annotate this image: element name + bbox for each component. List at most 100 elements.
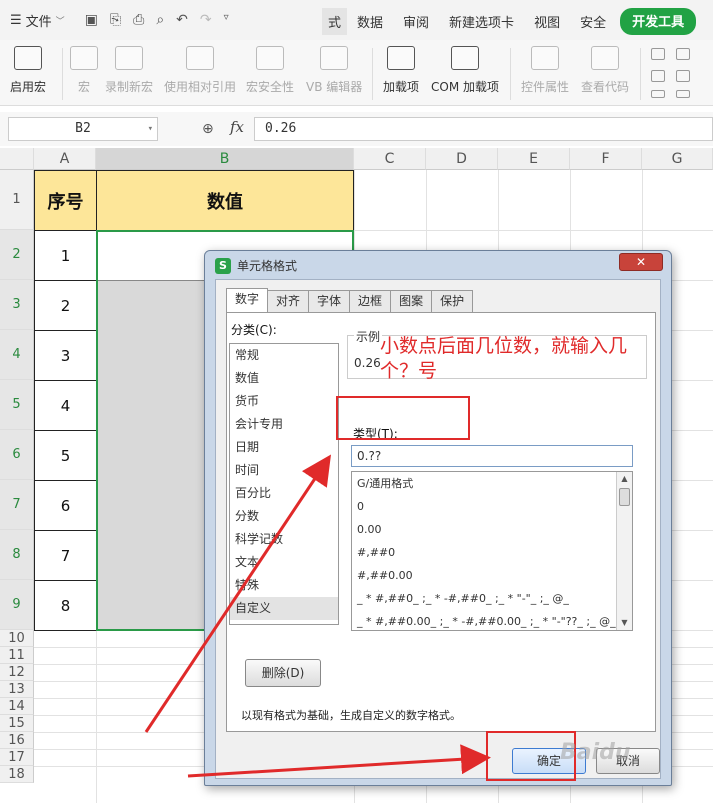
cell-serial[interactable]: 3	[34, 330, 97, 381]
spin-control-icon[interactable]	[676, 90, 690, 98]
cell-serial[interactable]: 1	[34, 230, 97, 281]
control-properties-button[interactable]: 控件属性	[521, 46, 569, 95]
scroll-up-icon[interactable]: ▲	[617, 472, 632, 486]
column-header-b[interactable]: B	[96, 148, 354, 170]
undo-icon[interactable]: ↶	[176, 12, 188, 28]
delete-button[interactable]: 删除(D)	[245, 659, 321, 687]
column-header-f[interactable]: F	[570, 148, 642, 170]
format-item[interactable]: 0	[352, 495, 632, 518]
cell-serial[interactable]: 7	[34, 530, 97, 581]
row-header[interactable]: 5	[0, 380, 34, 430]
customize-icon[interactable]: ▿	[224, 12, 229, 28]
category-item[interactable]: 货币	[230, 390, 338, 413]
category-item[interactable]: 科学记数	[230, 528, 338, 551]
tab-font[interactable]: 字体	[308, 290, 351, 312]
row-header[interactable]: 2	[0, 230, 34, 280]
tab-security[interactable]: 安全	[570, 8, 616, 35]
function-icon[interactable]: fx	[230, 118, 244, 136]
tab-number[interactable]: 数字	[226, 288, 269, 312]
category-item[interactable]: 会计专用	[230, 413, 338, 436]
enable-macro-button[interactable]: 启用宏	[10, 46, 46, 95]
cell-serial[interactable]: 6	[34, 480, 97, 531]
scroll-thumb[interactable]	[619, 488, 630, 506]
cell-serial[interactable]: 2	[34, 280, 97, 331]
category-item[interactable]: 分数	[230, 505, 338, 528]
tab-pattern[interactable]: 图案	[390, 290, 433, 312]
macro-security-button[interactable]: 宏安全性	[246, 46, 294, 95]
listbox-control-icon[interactable]	[651, 70, 665, 82]
combobox-control-icon[interactable]	[676, 70, 690, 82]
category-item[interactable]: 百分比	[230, 482, 338, 505]
category-item[interactable]: 时间	[230, 459, 338, 482]
export-icon[interactable]: ⎘	[110, 12, 121, 28]
tab-protection[interactable]: 保护	[431, 290, 474, 312]
record-macro-button[interactable]: 录制新宏	[105, 46, 153, 95]
format-item[interactable]: G/通用格式	[352, 472, 632, 495]
textbox-control-icon[interactable]	[676, 48, 690, 60]
column-header-a[interactable]: A	[34, 148, 96, 170]
format-item[interactable]: _ * #,##0.00_ ;_ * -#,##0.00_ ;_ * "-"??…	[352, 610, 632, 630]
tab-border[interactable]: 边框	[349, 290, 392, 312]
row-header[interactable]: 17	[0, 749, 34, 766]
column-header-e[interactable]: E	[498, 148, 570, 170]
scrollbar-control-icon[interactable]	[651, 90, 665, 98]
row-header[interactable]: 3	[0, 280, 34, 330]
tab-alignment[interactable]: 对齐	[267, 290, 310, 312]
cell-serial[interactable]: 4	[34, 380, 97, 431]
format-list[interactable]: G/通用格式 0 0.00 #,##0 #,##0.00 _ * #,##0_ …	[351, 471, 633, 631]
format-item[interactable]: _ * #,##0_ ;_ * -#,##0_ ;_ * "-"_ ;_ @_	[352, 587, 632, 610]
row-header[interactable]: 7	[0, 480, 34, 530]
tab-data[interactable]: 数据	[347, 8, 393, 35]
category-item[interactable]: 特殊	[230, 574, 338, 597]
close-button[interactable]: ✕	[619, 253, 663, 271]
row-header[interactable]: 16	[0, 732, 34, 749]
format-item[interactable]: #,##0	[352, 541, 632, 564]
formula-input[interactable]: 0.26	[254, 117, 713, 141]
print-icon[interactable]: ⎙	[133, 12, 144, 28]
tab-new-tab[interactable]: 新建选项卡	[439, 8, 524, 35]
row-header[interactable]: 8	[0, 530, 34, 580]
row-header[interactable]: 13	[0, 681, 34, 698]
vb-editor-button[interactable]: VB 编辑器	[306, 46, 362, 95]
row-header[interactable]: 14	[0, 698, 34, 715]
cell-serial[interactable]: 8	[34, 580, 97, 631]
file-menu[interactable]: ☰ 文件 ﹀	[0, 0, 75, 40]
row-header[interactable]: 4	[0, 330, 34, 380]
relative-ref-button[interactable]: 使用相对引用	[164, 46, 236, 95]
row-header[interactable]: 18	[0, 766, 34, 783]
macro-button[interactable]: 宏	[70, 46, 98, 95]
scroll-down-icon[interactable]: ▼	[617, 616, 632, 630]
category-list[interactable]: 常规 数值 货币 会计专用 日期 时间 百分比 分数 科学记数 文本 特殊 自定…	[229, 343, 339, 625]
com-addins-button[interactable]: COM 加载项	[431, 46, 499, 95]
cell-a1[interactable]: 序号	[34, 170, 97, 231]
category-item[interactable]: 常规	[230, 344, 338, 367]
row-header[interactable]: 12	[0, 664, 34, 681]
preview-icon[interactable]: ⌕	[156, 12, 164, 28]
row-header[interactable]: 10	[0, 630, 34, 647]
cell-b1[interactable]: 数值	[96, 170, 354, 231]
tab-formula[interactable]: 式	[322, 8, 348, 35]
checkbox-control-icon[interactable]	[651, 48, 665, 60]
row-header[interactable]: 11	[0, 647, 34, 664]
format-list-scrollbar[interactable]: ▲ ▼	[616, 472, 632, 630]
column-header-d[interactable]: D	[426, 148, 498, 170]
column-header-c[interactable]: C	[354, 148, 426, 170]
redo-icon[interactable]: ↷	[200, 12, 212, 28]
cell-serial[interactable]: 5	[34, 430, 97, 481]
category-item-custom[interactable]: 自定义	[230, 597, 338, 620]
name-box[interactable]: B2 ▾	[8, 117, 158, 141]
chevron-down-icon[interactable]: ▾	[148, 118, 153, 140]
format-item[interactable]: #,##0.00	[352, 564, 632, 587]
row-header[interactable]: 15	[0, 715, 34, 732]
row-header[interactable]: 1	[0, 170, 34, 230]
row-header[interactable]: 9	[0, 580, 34, 630]
type-input[interactable]: 0.??	[351, 445, 633, 467]
category-item[interactable]: 数值	[230, 367, 338, 390]
addins-button[interactable]: 加载项	[383, 46, 419, 95]
tab-developer[interactable]: 开发工具	[620, 8, 697, 35]
view-code-button[interactable]: 查看代码	[581, 46, 629, 95]
tab-view[interactable]: 视图	[524, 8, 570, 35]
category-item[interactable]: 日期	[230, 436, 338, 459]
select-all-corner[interactable]	[0, 148, 34, 170]
tab-review[interactable]: 审阅	[393, 8, 439, 35]
